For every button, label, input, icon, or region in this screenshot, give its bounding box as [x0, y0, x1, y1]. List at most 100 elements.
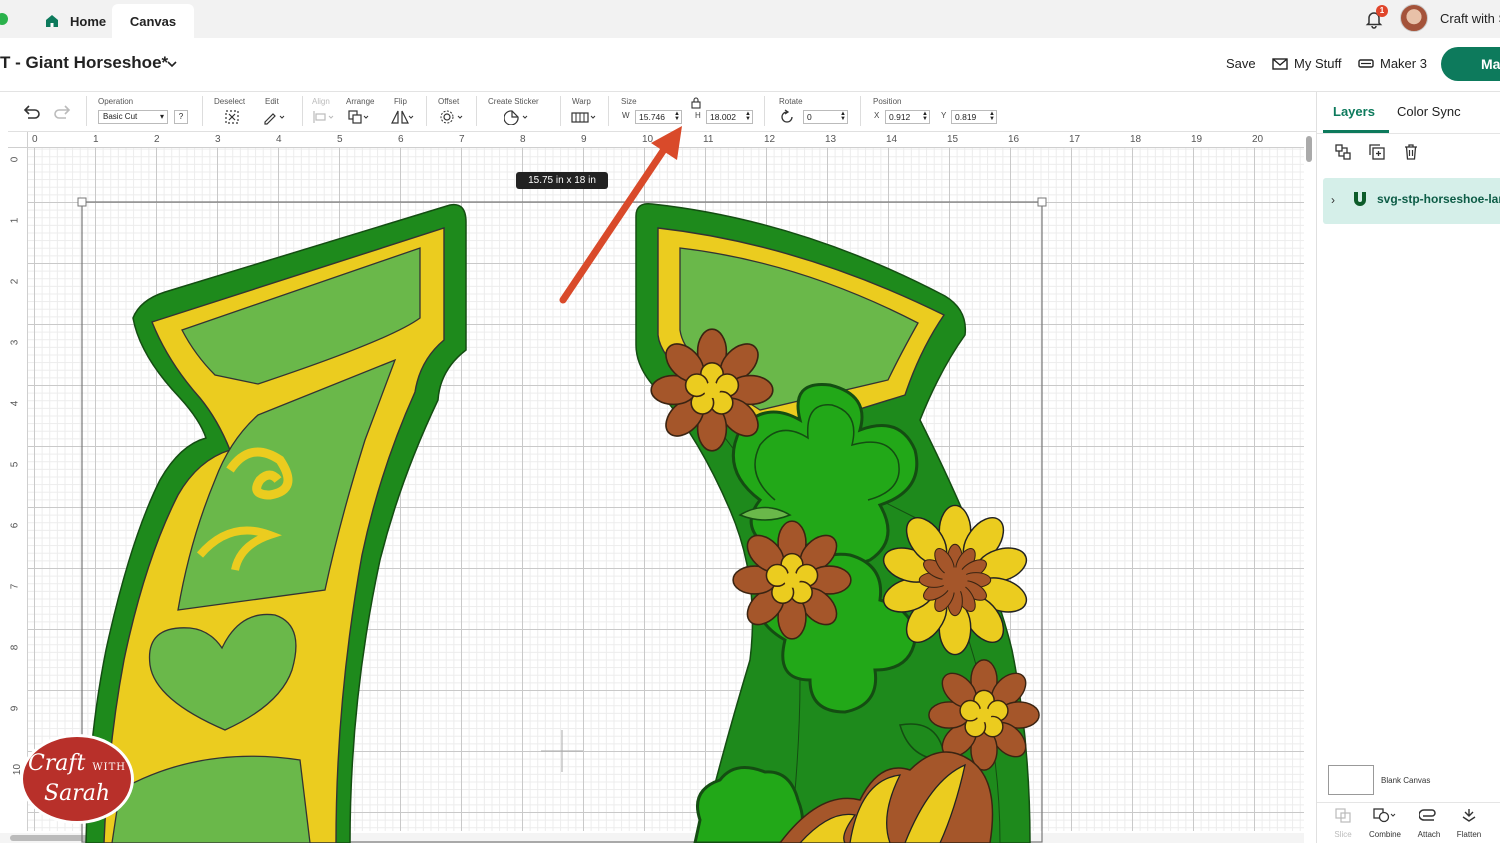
ruler-h-tick-label: 14: [886, 134, 898, 145]
y-stepper-icon[interactable]: ▲ ▼: [989, 111, 995, 122]
slice-button[interactable]: Slice: [1323, 807, 1363, 839]
ruler-v-tick-label: 8: [9, 644, 21, 651]
operation-help-button[interactable]: ?: [174, 110, 188, 124]
toolbar-divider: [202, 96, 203, 126]
vertical-scrollbar[interactable]: [1306, 136, 1312, 162]
ruler-h-tick-label: 4: [276, 134, 282, 145]
group-icon[interactable]: [1333, 142, 1353, 162]
layer-row[interactable]: › svg-stp-horseshoe-large: [1323, 178, 1500, 224]
canvas-grid[interactable]: [28, 148, 1304, 831]
machine-button[interactable]: Maker 3: [1358, 56, 1427, 71]
combine-label: Combine: [1368, 830, 1401, 839]
tab-canvas[interactable]: Canvas: [112, 4, 194, 38]
duplicate-icon[interactable]: [1367, 142, 1387, 162]
title-bar: T - Giant Horseshoe* Save My Stuff Maker…: [0, 38, 1500, 92]
align-label: Align: [312, 97, 330, 106]
chevron-right-icon[interactable]: ›: [1331, 193, 1335, 207]
panel-divider: [1317, 133, 1500, 134]
flatten-button[interactable]: Flatten: [1449, 807, 1489, 839]
toolbar-divider: [86, 96, 87, 126]
lock-icon[interactable]: [691, 97, 701, 109]
my-stuff-label: My Stuff: [1294, 56, 1342, 71]
position-label: Position: [873, 97, 902, 106]
ruler-h-tick-label: 12: [764, 134, 776, 145]
home-icon: [46, 15, 58, 27]
operation-select[interactable]: Basic Cut: [98, 110, 168, 124]
blank-canvas-swatch[interactable]: [1328, 765, 1374, 795]
ruler-v-tick-label: 5: [9, 461, 21, 468]
align-icon[interactable]: [312, 109, 336, 125]
ruler-corner: [8, 132, 28, 148]
layers-panel: Layers Color Sync › svg-stp-horseshoe-la…: [1316, 92, 1500, 843]
ruler-h-tick-label: 2: [154, 134, 160, 145]
offset-label: Offset: [438, 97, 460, 106]
trash-icon[interactable]: [1401, 142, 1421, 162]
x-position-input[interactable]: 0.912 ▲ ▼: [885, 110, 930, 124]
avatar[interactable]: [1400, 4, 1428, 32]
panel-bottom-actions: Slice Combine Attach Flatten: [1317, 802, 1500, 843]
my-stuff-button[interactable]: My Stuff: [1272, 56, 1341, 71]
ruler-h-tick-label: 16: [1008, 134, 1020, 145]
height-letter: H: [695, 111, 701, 120]
combine-button[interactable]: Combine: [1365, 807, 1405, 839]
vertical-ruler: 0 1 2 3 4 5 6 7 8 9 10: [8, 148, 28, 831]
pen-icon[interactable]: [262, 109, 286, 125]
ruler-h-tick-label: 10: [642, 134, 654, 145]
project-title[interactable]: T - Giant Horseshoe*: [0, 53, 168, 73]
craft-with-sarah-logo: Craft WITH Sarah: [20, 734, 134, 824]
save-label: Save: [1226, 56, 1256, 71]
flip-label: Flip: [394, 97, 407, 106]
y-position-input[interactable]: 0.819 ▲ ▼: [951, 110, 997, 124]
tab-color-sync[interactable]: Color Sync: [1397, 104, 1461, 119]
arrange-icon[interactable]: [347, 109, 371, 125]
window-dot: [0, 13, 8, 25]
sticker-icon[interactable]: [504, 109, 530, 125]
width-stepper-icon[interactable]: ▲ ▼: [674, 111, 680, 122]
size-label: Size: [621, 97, 637, 106]
design-canvas[interactable]: 0 1 2 3 4 5 6 7 8 9 10 11 12 13 14 15 16 17 18 19 20 0123456…: [8, 132, 1304, 831]
width-input[interactable]: 15.746 ▲ ▼: [635, 110, 682, 124]
horizontal-scrollbar[interactable]: [0, 833, 1304, 843]
rotate-label: Rotate: [779, 97, 803, 106]
ruler-h-tick-label: 19: [1191, 134, 1203, 145]
ruler-h-tick-label: 7: [459, 134, 465, 145]
user-name[interactable]: Craft with Sarah: [1440, 11, 1500, 26]
make-button[interactable]: Make: [1441, 47, 1500, 81]
ruler-h-tick-label: 11: [703, 134, 714, 145]
ruler-h-tick-label: 8: [520, 134, 526, 145]
ruler-h-tick-label: 1: [93, 134, 99, 145]
size-tooltip: 15.75 in x 18 in: [516, 172, 608, 189]
attach-button[interactable]: Attach: [1409, 807, 1449, 839]
undo-icon[interactable]: [22, 104, 40, 120]
warp-icon[interactable]: [570, 109, 598, 125]
chevron-down-icon[interactable]: [166, 58, 178, 70]
redo-icon[interactable]: [54, 104, 72, 120]
top-tab-bar: Home Canvas 1 Craft with Sarah: [0, 0, 1500, 38]
ruler-h-tick-label: 15: [947, 134, 959, 145]
rotate-icon[interactable]: [779, 109, 795, 125]
height-input[interactable]: 18.002 ▲ ▼: [706, 110, 753, 124]
ruler-h-tick-label: 9: [581, 134, 587, 145]
height-stepper-icon[interactable]: ▲ ▼: [745, 111, 751, 122]
offset-icon[interactable]: [439, 109, 465, 125]
toolbar-divider: [860, 96, 861, 126]
x-stepper-icon[interactable]: ▲ ▼: [922, 111, 928, 122]
ruler-v-tick-label: 0: [9, 156, 21, 163]
x-letter: X: [874, 111, 880, 120]
deselect-icon[interactable]: [224, 109, 240, 125]
flip-icon[interactable]: [390, 109, 416, 125]
rotate-input[interactable]: 0 ▲ ▼: [803, 110, 848, 124]
toolbar-divider: [560, 96, 561, 126]
horizontal-ruler: 0 1 2 3 4 5 6 7 8 9 10 11 12 13 14 15 16 17 18 19 20: [28, 132, 1304, 148]
flatten-label: Flatten: [1456, 830, 1482, 839]
rotate-stepper-icon[interactable]: ▲ ▼: [840, 111, 846, 122]
tab-layers[interactable]: Layers: [1333, 104, 1375, 119]
tab-home[interactable]: Home: [36, 4, 114, 38]
horizontal-scrollbar-thumb[interactable]: [10, 835, 114, 841]
toolbar-divider: [608, 96, 609, 126]
flatten-icon: [1462, 809, 1476, 822]
save-button[interactable]: Save: [1226, 56, 1256, 71]
ruler-h-tick-label: 13: [825, 134, 837, 145]
ruler-h-tick-label: 3: [215, 134, 221, 145]
arrange-label: Arrange: [346, 97, 375, 106]
